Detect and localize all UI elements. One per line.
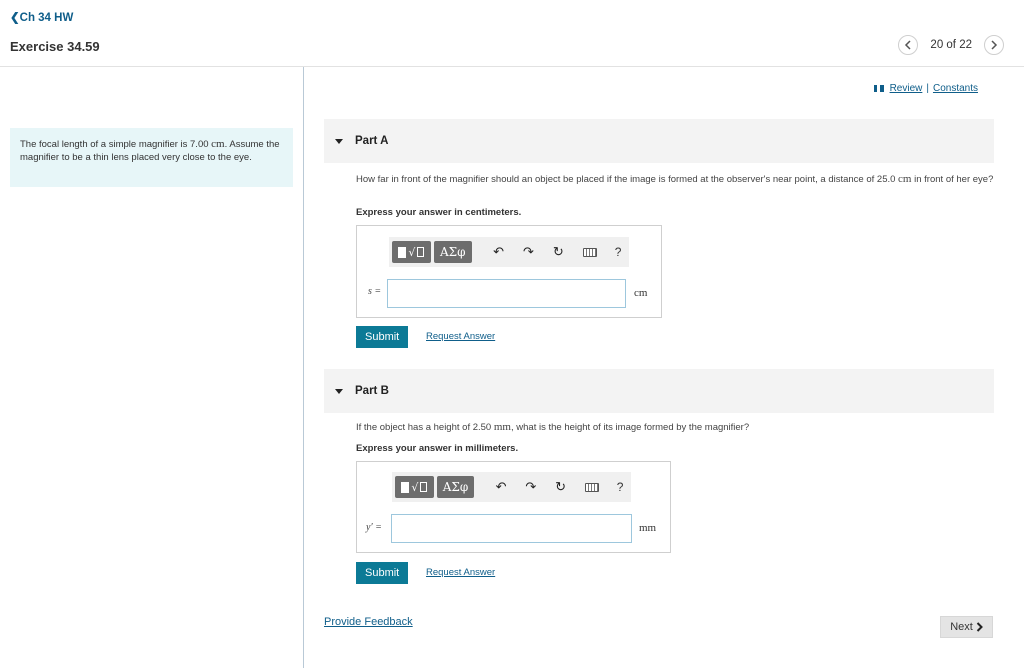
collapse-caret-icon [335,388,343,394]
part-a-unit: cm [634,287,648,299]
part-a-question: How far in front of the magnifier should… [356,173,994,186]
part-b-answer-input[interactable] [391,514,632,543]
next-exercise-button[interactable] [984,35,1004,55]
greek-symbols-button[interactable]: ΑΣφ [436,476,475,498]
part-b-title: Part B [355,385,389,397]
problem-text: The focal length of a simple magnifier i… [20,139,212,150]
redo-icon[interactable]: ↷ [517,241,539,263]
pager: 20 of 22 [898,35,1004,55]
prev-exercise-button[interactable] [898,35,919,55]
part-a-question-unit: cm [898,173,912,185]
part-a-variable: s = [368,286,382,297]
chevron-right-icon [976,622,983,632]
part-b-question-text: If the object has a height of 2.50 [356,422,494,433]
radical-icon: √ [408,245,416,259]
undo-icon[interactable]: ↶ [490,476,512,498]
header-divider [0,66,1024,67]
part-b-request-answer-link[interactable]: Request Answer [426,567,495,578]
redo-icon[interactable]: ↷ [520,476,542,498]
template-box-icon [417,247,425,257]
part-a-title: Part A [355,135,389,147]
chevron-left-icon [905,40,911,50]
keyboard-icon[interactable] [579,241,601,263]
column-divider [303,67,304,668]
provide-feedback-link[interactable]: Provide Feedback [324,616,413,628]
templates-button[interactable]: √ [395,476,434,498]
part-b-variable: y′ = [366,522,382,533]
resource-links: Review | Constants [873,83,978,94]
constants-link[interactable]: Constants [933,83,978,94]
part-a-instruction: Express your answer in centimeters. [356,207,522,218]
help-icon[interactable]: ? [609,476,631,498]
keyboard-icon[interactable] [581,476,603,498]
chevron-left-icon: ❮ [10,12,20,24]
part-b-submit-button[interactable]: Submit [356,562,409,584]
back-label: Ch 34 HW [19,12,74,24]
reset-icon[interactable]: ↻ [547,241,569,263]
chevron-right-icon [991,40,998,50]
part-b-unit: mm [639,522,657,534]
part-b-question-unit: mm [493,421,511,433]
next-label: Next [950,621,973,633]
link-separator: | [926,83,929,94]
part-a-submit-button[interactable]: Submit [356,326,409,348]
problem-statement: The focal length of a simple magnifier i… [10,128,293,187]
greek-symbols-button[interactable]: ΑΣφ [433,241,472,263]
part-a-answer-input[interactable] [387,279,626,308]
part-a-question-end: in front of her eye? [911,174,994,185]
template-box-icon [420,482,428,492]
template-square-icon [401,481,410,493]
review-link[interactable]: Review [890,83,923,94]
problem-unit: cm [211,138,225,150]
part-a-math-toolbar: √ ΑΣφ ↶ ↷ ↻ ? [389,237,629,267]
book-icon [873,85,884,92]
template-square-icon [398,246,407,258]
part-a-request-answer-link[interactable]: Request Answer [426,331,495,342]
reset-icon[interactable]: ↻ [550,476,572,498]
part-b-math-toolbar: √ ΑΣφ ↶ ↷ ↻ ? [392,472,631,502]
back-to-assignment-link[interactable]: ❮Ch 34 HW [10,10,73,24]
part-b-question: If the object has a height of 2.50 mm, w… [356,421,994,434]
part-a-answer-box: √ ΑΣφ ↶ ↷ ↻ ? s = cm [356,225,662,318]
exercise-title: Exercise 34.59 [10,39,100,54]
next-button[interactable]: Next [940,616,993,638]
part-b-question-end: , what is the height of its image formed… [510,422,750,433]
part-a-header[interactable]: Part A [324,119,994,163]
templates-button[interactable]: √ [392,241,431,263]
help-icon[interactable]: ? [607,241,629,263]
undo-icon[interactable]: ↶ [488,241,510,263]
collapse-caret-icon [335,138,343,144]
part-b-answer-box: √ ΑΣφ ↶ ↷ ↻ ? y′ = mm [356,461,671,553]
part-b-header[interactable]: Part B [324,369,994,413]
radical-icon: √ [411,480,419,494]
part-a-question-text: How far in front of the magnifier should… [356,174,899,185]
part-b-instruction: Express your answer in millimeters. [356,443,519,454]
pager-text: 20 of 22 [930,39,972,51]
